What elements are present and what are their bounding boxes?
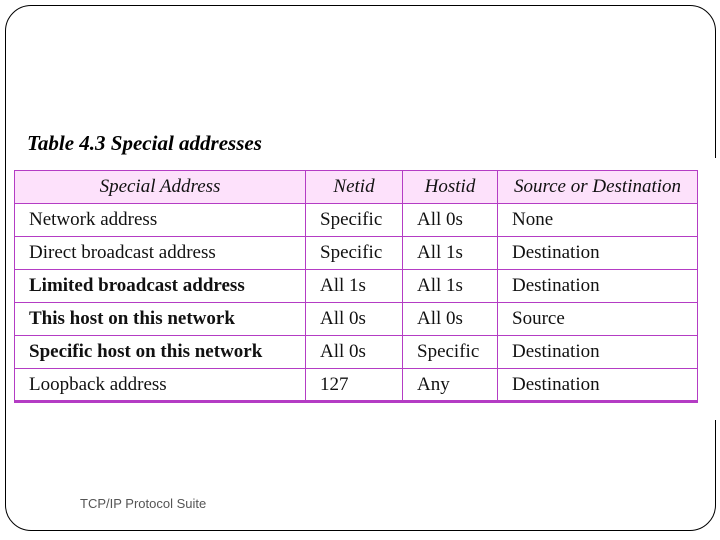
- cell-source-or-destination: Destination: [497, 269, 698, 303]
- cell-source-or-destination: Destination: [497, 335, 698, 369]
- cell-special-address: Network address: [14, 203, 306, 237]
- slide-footer: TCP/IP Protocol Suite: [80, 496, 207, 511]
- cell-hostid: All 0s: [402, 302, 498, 336]
- cell-source-or-destination: Source: [497, 302, 698, 336]
- special-addresses-table: Special Address Netid Hostid Source or D…: [14, 170, 698, 403]
- table-row: Loopback address 127 Any Destination: [14, 368, 698, 403]
- table-header-row: Special Address Netid Hostid Source or D…: [14, 170, 698, 204]
- header-hostid: Hostid: [402, 170, 498, 204]
- table-row: Network address Specific All 0s None: [14, 203, 698, 237]
- cell-netid: 127: [305, 368, 403, 403]
- table-row: Direct broadcast address Specific All 1s…: [14, 236, 698, 270]
- cell-netid: All 1s: [305, 269, 403, 303]
- cell-source-or-destination: Destination: [497, 368, 698, 403]
- cell-source-or-destination: None: [497, 203, 698, 237]
- cell-netid: Specific: [305, 236, 403, 270]
- cell-hostid: Specific: [402, 335, 498, 369]
- cell-special-address: This host on this network: [14, 302, 306, 336]
- table-row: This host on this network All 0s All 0s …: [14, 302, 698, 336]
- cell-special-address: Loopback address: [14, 368, 306, 403]
- cell-hostid: All 1s: [402, 269, 498, 303]
- table-row: Limited broadcast address All 1s All 1s …: [14, 269, 698, 303]
- header-special-address: Special Address: [14, 170, 306, 204]
- table-caption: Table 4.3 Special addresses: [27, 131, 262, 155]
- table-row: Specific host on this network All 0s Spe…: [14, 335, 698, 369]
- cell-special-address: Limited broadcast address: [14, 269, 306, 303]
- cell-special-address: Specific host on this network: [14, 335, 306, 369]
- cell-netid: Specific: [305, 203, 403, 237]
- header-netid: Netid: [305, 170, 403, 204]
- cell-special-address: Direct broadcast address: [14, 236, 306, 270]
- cell-hostid: Any: [402, 368, 498, 403]
- cell-hostid: All 0s: [402, 203, 498, 237]
- cell-netid: All 0s: [305, 335, 403, 369]
- header-source-or-destination: Source or Destination: [497, 170, 698, 204]
- table-image-region: Special Address Netid Hostid Source or D…: [10, 158, 720, 420]
- cell-source-or-destination: Destination: [497, 236, 698, 270]
- cell-netid: All 0s: [305, 302, 403, 336]
- cell-hostid: All 1s: [402, 236, 498, 270]
